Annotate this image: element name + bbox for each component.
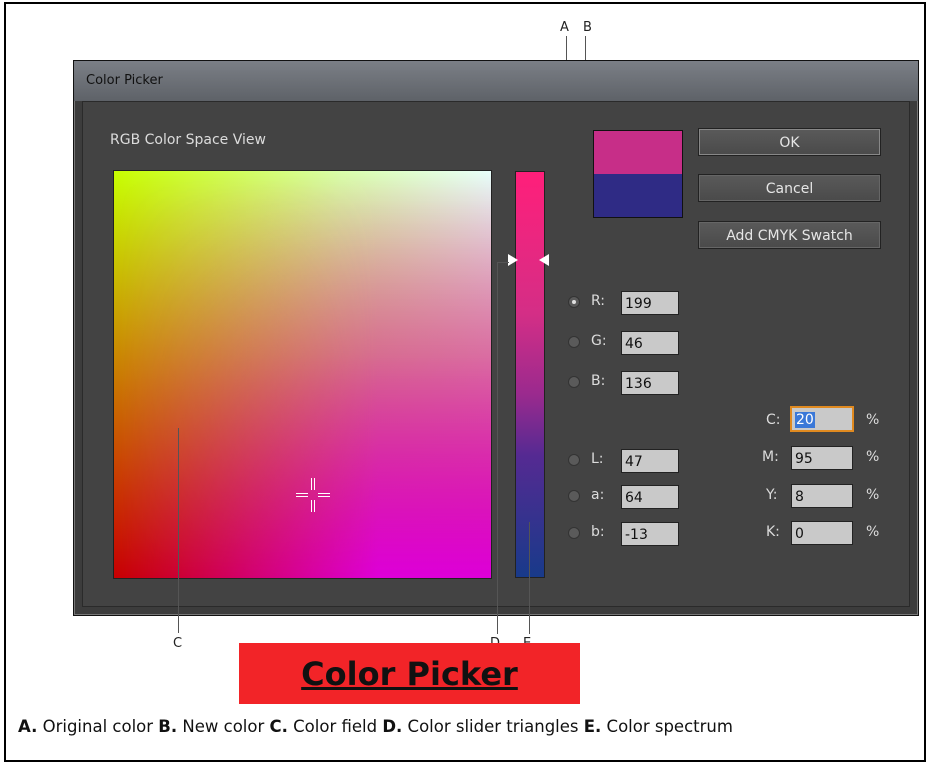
caption-text-c: Color field bbox=[287, 717, 383, 736]
radio-lab-b[interactable] bbox=[568, 527, 580, 539]
a-label: a: bbox=[591, 487, 605, 503]
dialog-title: Color Picker bbox=[74, 61, 918, 101]
caption-key-e: E. bbox=[583, 717, 602, 736]
b-label: B: bbox=[591, 373, 606, 389]
k-field[interactable]: 0 bbox=[791, 521, 853, 545]
callout-d-line-h bbox=[497, 262, 509, 263]
r-label: R: bbox=[591, 293, 606, 309]
slider-triangle-left[interactable] bbox=[508, 254, 518, 266]
radio-l[interactable] bbox=[568, 454, 580, 466]
m-field[interactable]: 95 bbox=[791, 446, 853, 470]
y-unit: % bbox=[866, 487, 880, 503]
r-field[interactable]: 199 bbox=[621, 291, 679, 315]
y-label: Y: bbox=[766, 487, 778, 503]
callout-b-label: B bbox=[583, 20, 592, 35]
callout-e-line bbox=[529, 522, 530, 634]
radio-r[interactable] bbox=[568, 296, 580, 308]
color-field[interactable] bbox=[113, 170, 492, 579]
callout-c-label: C bbox=[173, 636, 183, 651]
caption-key-c: C. bbox=[269, 717, 288, 736]
color-swatch bbox=[593, 130, 683, 218]
callout-a-label: A bbox=[560, 20, 569, 35]
g-label: G: bbox=[591, 333, 607, 349]
caption-key-a: A. bbox=[18, 717, 38, 736]
a-field[interactable]: 64 bbox=[621, 485, 679, 509]
c-field-value: 20 bbox=[795, 412, 815, 428]
caption-key-b: B. bbox=[158, 717, 178, 736]
c-field[interactable]: 20 bbox=[791, 407, 853, 431]
k-label: K: bbox=[766, 524, 780, 540]
color-field-magenta-layer bbox=[114, 171, 491, 578]
y-field[interactable]: 8 bbox=[791, 484, 853, 508]
m-unit: % bbox=[866, 449, 880, 465]
callout-d-line bbox=[497, 262, 498, 634]
caption-text-b: New color bbox=[177, 717, 270, 736]
c-label: C: bbox=[766, 412, 781, 428]
color-spectrum-slider[interactable] bbox=[515, 171, 545, 578]
slider-triangle-right[interactable] bbox=[539, 254, 549, 266]
l-label: L: bbox=[591, 451, 604, 467]
l-field[interactable]: 47 bbox=[621, 449, 679, 473]
caption-text-a: Original color bbox=[37, 717, 159, 736]
radio-g[interactable] bbox=[568, 336, 580, 348]
lab-b-field[interactable]: -13 bbox=[621, 522, 679, 546]
title-banner: Color Picker bbox=[239, 643, 580, 704]
original-color-swatch[interactable] bbox=[594, 174, 682, 217]
radio-b[interactable] bbox=[568, 376, 580, 388]
figure-caption: A. Original color B. New color C. Color … bbox=[18, 717, 733, 736]
caption-text-d: Color slider triangles bbox=[402, 717, 584, 736]
c-unit: % bbox=[866, 412, 880, 428]
ok-button[interactable]: OK bbox=[698, 128, 881, 156]
g-field[interactable]: 46 bbox=[621, 331, 679, 355]
callout-c-line bbox=[178, 428, 179, 633]
b-field[interactable]: 136 bbox=[621, 371, 679, 395]
color-space-label: RGB Color Space View bbox=[110, 132, 266, 148]
banner-text: Color Picker bbox=[301, 654, 518, 693]
caption-key-d: D. bbox=[382, 717, 403, 736]
lab-b-label: b: bbox=[591, 524, 605, 540]
color-field-crosshair[interactable] bbox=[296, 478, 330, 512]
add-cmyk-swatch-button[interactable]: Add CMYK Swatch bbox=[698, 221, 881, 249]
new-color-swatch bbox=[594, 131, 682, 174]
radio-a[interactable] bbox=[568, 490, 580, 502]
m-label: M: bbox=[762, 449, 779, 465]
caption-text-e: Color spectrum bbox=[601, 717, 733, 736]
k-unit: % bbox=[866, 524, 880, 540]
cancel-button[interactable]: Cancel bbox=[698, 174, 881, 202]
